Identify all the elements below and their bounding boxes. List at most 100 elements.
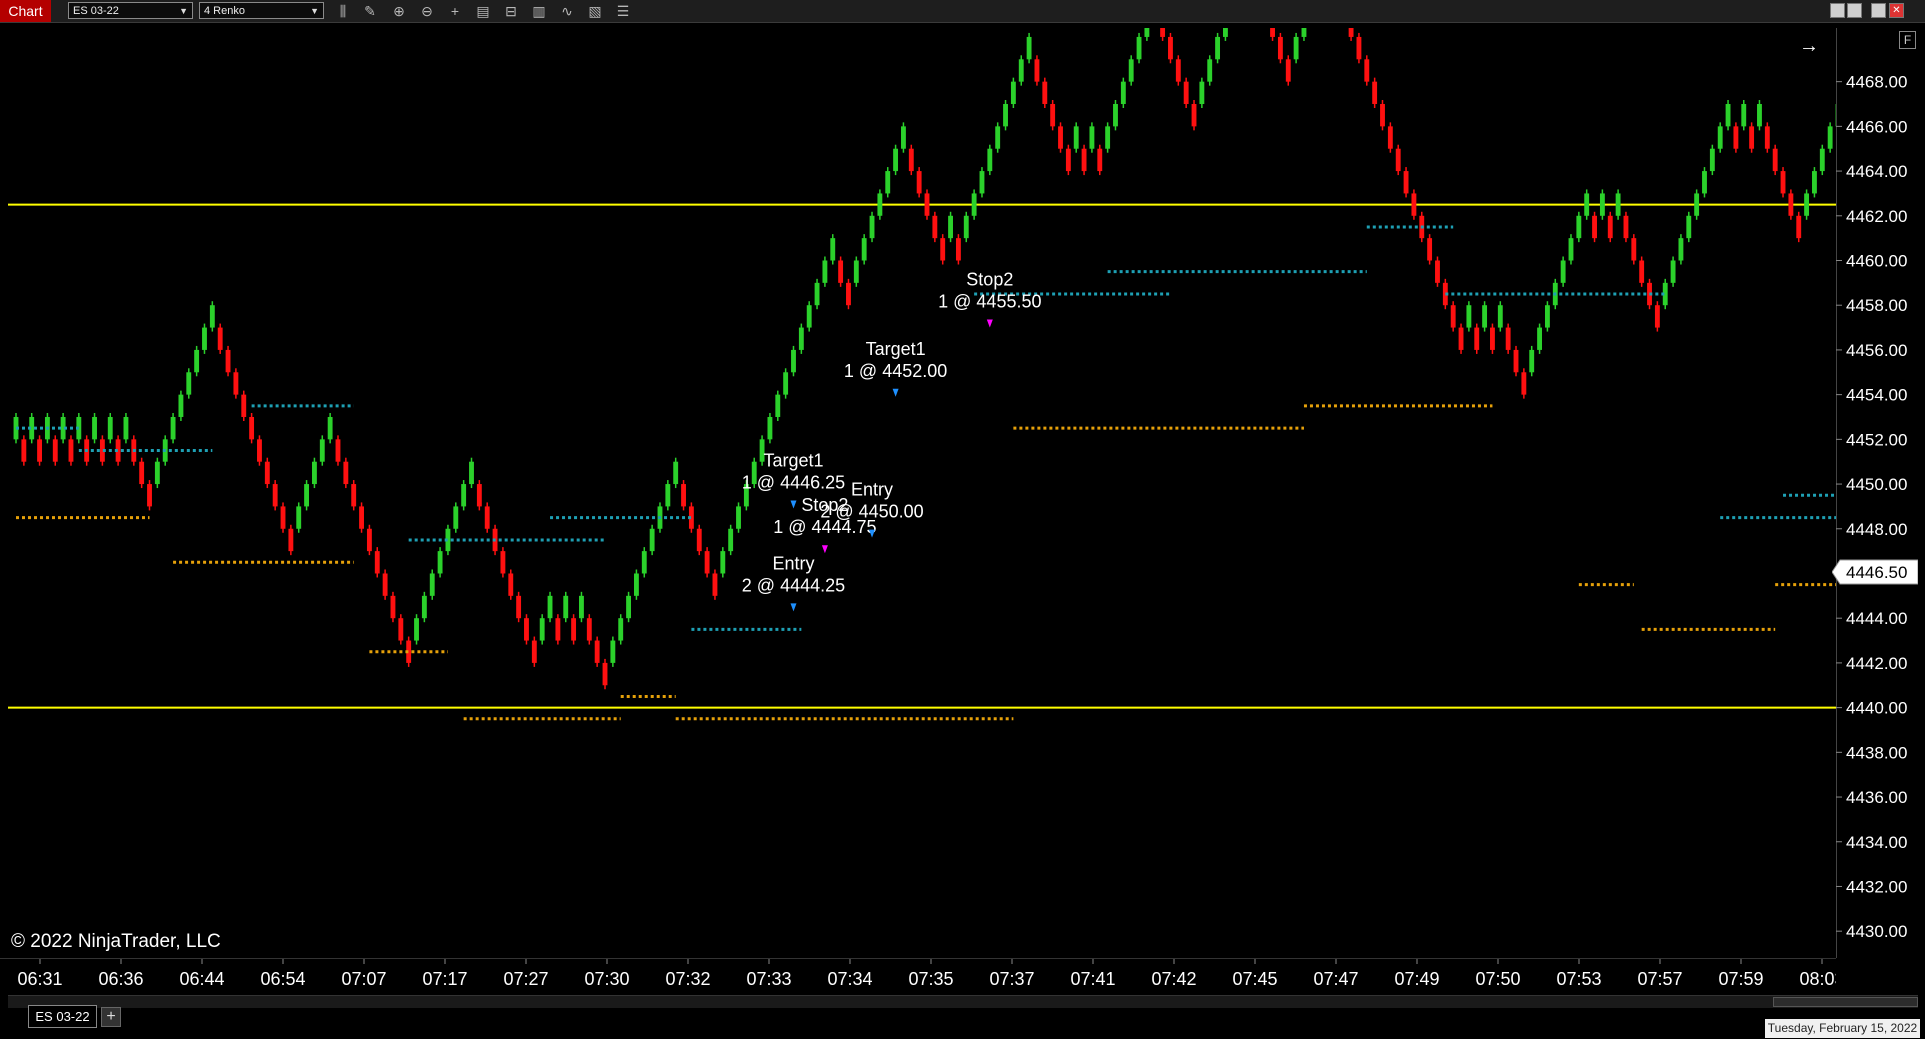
data-box-icon[interactable]: ▤ <box>474 2 492 20</box>
renko-brick-down <box>366 528 372 552</box>
renko-brick-up <box>720 551 726 574</box>
drawing-tool-icon[interactable]: ✎ <box>361 2 379 20</box>
renko-brick-down <box>955 238 961 261</box>
renko-brick-down <box>1623 215 1629 239</box>
renko-brick-up <box>1073 126 1079 149</box>
renko-brick-down <box>1356 36 1362 60</box>
scrollbar-thumb[interactable] <box>1773 997 1918 1007</box>
renko-brick-up <box>1757 104 1762 127</box>
add-tab-button[interactable]: + <box>101 1007 121 1027</box>
renko-brick-up <box>1544 305 1550 328</box>
current-price-marker: 4446.50 <box>1832 559 1918 585</box>
renko-brick-up <box>806 305 812 328</box>
tab-es-03-22[interactable]: ES 03-22 <box>28 1005 97 1028</box>
renko-brick-down <box>1435 260 1440 283</box>
renko-brick-down <box>1380 104 1385 127</box>
trade-annotation-label: Stop2 <box>966 269 1013 289</box>
renko-brick-down <box>343 461 349 485</box>
maximize-icon[interactable] <box>1871 3 1886 18</box>
renko-brick-down <box>351 484 357 507</box>
renko-brick-down <box>1592 215 1597 239</box>
renko-brick-up <box>327 416 333 440</box>
renko-brick-down <box>516 595 522 619</box>
properties-icon[interactable]: ▧ <box>586 2 604 20</box>
f-button[interactable]: F <box>1899 31 1916 49</box>
renko-brick-up <box>1128 59 1134 82</box>
bar-type-selector[interactable]: 4 Renko ▼ <box>199 2 324 19</box>
time-axis[interactable]: 06:31 06:36 06:44 06:54 07:07 07:17 07:27 07:30… <box>0 958 1836 995</box>
price-tick-label: 4456.00 <box>1846 341 1907 360</box>
renko-brick-down <box>1277 36 1283 60</box>
renko-brick-down <box>288 528 294 552</box>
strategies-icon[interactable]: ∿ <box>558 2 576 20</box>
renko-brick-up <box>618 618 624 641</box>
time-tick-label: 06:36 <box>98 969 143 989</box>
time-tick-label: 06:44 <box>179 969 224 989</box>
renko-brick-down <box>1427 238 1433 261</box>
renko-brick-up <box>1537 327 1543 350</box>
renko-brick-up <box>877 193 883 216</box>
close-icon[interactable]: ✕ <box>1889 3 1904 18</box>
restore-icon[interactable] <box>1847 3 1862 18</box>
renko-brick-down <box>846 282 851 306</box>
renko-brick-up <box>311 461 317 485</box>
renko-brick-down <box>1607 215 1613 239</box>
renko-brick-down <box>476 484 482 507</box>
chart-menu-button[interactable]: Chart <box>0 0 51 22</box>
crosshair-icon[interactable]: + <box>446 2 464 20</box>
renko-brick-up <box>673 461 679 485</box>
time-tick-label: 07:57 <box>1637 969 1682 989</box>
renko-brick-down <box>359 506 364 529</box>
instrument-selector[interactable]: ES 03-22 ▼ <box>68 2 193 19</box>
time-tick-label: 07:37 <box>989 969 1034 989</box>
renko-brick-up <box>304 484 310 507</box>
renko-brick-up <box>641 551 647 574</box>
zoom-out-icon[interactable]: ⊖ <box>418 2 436 20</box>
renko-brick-down <box>257 439 262 462</box>
horizontal-scrollbar[interactable] <box>8 995 1918 1009</box>
renko-brick-down <box>390 595 396 619</box>
renko-brick-down <box>500 551 506 574</box>
zoom-in-icon[interactable]: ⊕ <box>390 2 408 20</box>
renko-brick-up <box>1709 148 1715 172</box>
instrument-selector-value: ES 03-22 <box>73 5 119 17</box>
renko-brick-down <box>1270 28 1275 37</box>
renko-brick-up <box>1615 193 1621 216</box>
renko-brick-up <box>1136 36 1142 60</box>
renko-brick-down <box>508 573 514 596</box>
price-tick-label: 4444.00 <box>1846 609 1907 628</box>
renko-brick-down <box>484 506 490 529</box>
renko-brick-down <box>555 618 561 641</box>
chart-plot-area[interactable]: Entry2 @ 4444.25Target11 @ 4446.25Stop21… <box>8 28 1836 958</box>
time-tick-label: 07:50 <box>1475 969 1520 989</box>
renko-brick-up <box>626 595 632 619</box>
execution-marker <box>821 545 828 554</box>
renko-brick-up <box>1293 36 1299 60</box>
renko-brick-down <box>1387 126 1393 149</box>
bar-type-icon[interactable]: ⫼ <box>334 2 352 20</box>
minimize-icon[interactable] <box>1830 3 1845 18</box>
renko-brick-down <box>1285 59 1291 82</box>
renko-brick-down <box>1521 372 1527 395</box>
renko-brick-down <box>1639 260 1645 283</box>
trade-annotation-detail: 2 @ 4444.25 <box>742 575 845 595</box>
renko-brick-down <box>1364 59 1370 82</box>
time-tick-label: 06:31 <box>17 969 62 989</box>
trade-annotation-label: Entry <box>772 553 814 573</box>
renko-brick-down <box>272 484 278 507</box>
time-tick-label: 07:59 <box>1718 969 1763 989</box>
renko-brick-up <box>1105 126 1111 149</box>
arrow-right-icon[interactable]: → <box>1799 36 1819 56</box>
renko-brick-up <box>728 528 734 552</box>
renko-brick-down <box>225 349 231 373</box>
renko-brick-up <box>869 215 875 239</box>
renko-brick-up <box>1678 238 1684 261</box>
execution-marker <box>986 319 993 328</box>
renko-brick-up <box>987 148 993 172</box>
chart-trader-icon[interactable]: ⊟ <box>502 2 520 20</box>
renko-brick-down <box>712 573 718 596</box>
indicators-icon[interactable]: ▥ <box>530 2 548 20</box>
renko-brick-up <box>1215 36 1221 60</box>
price-axis[interactable]: 4468.00 4466.00 4464.00 4462.00 4460.00 4458.… <box>1836 28 1925 958</box>
menu-icon[interactable]: ☰ <box>614 2 632 20</box>
